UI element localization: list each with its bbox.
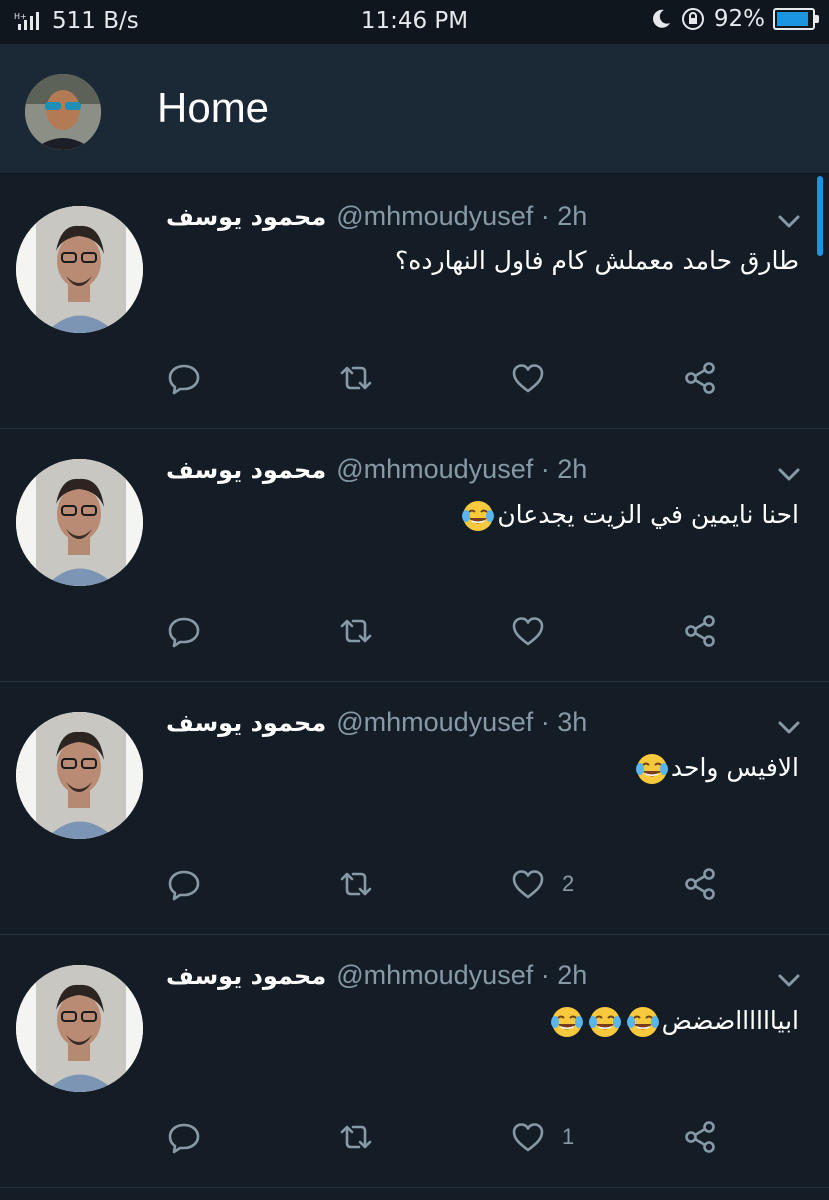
scrollbar[interactable] [817, 176, 823, 256]
like-button[interactable] [510, 358, 562, 398]
avatar-image [25, 74, 101, 150]
moon-icon [652, 9, 670, 28]
reply-button[interactable] [166, 1117, 202, 1157]
tweet-text-content: طارق حامد معملش كام فاول النهارده؟ [395, 246, 799, 275]
like-button[interactable]: 1 [510, 1117, 574, 1157]
reply-button[interactable] [166, 611, 202, 651]
battery-fill [777, 12, 809, 26]
retweet-button[interactable] [338, 864, 374, 904]
tweet-meta: محمود يوسف @mhmoudyusef · 2h [166, 960, 587, 991]
tweet-meta: محمود يوسف @mhmoudyusef · 2h [166, 454, 587, 485]
author-handle-time: @mhmoudyusef · 3h [336, 707, 588, 737]
tweet-text-content: الافيس واحد [670, 753, 799, 782]
share-icon [685, 1121, 715, 1153]
tweet-actions [0, 358, 829, 398]
author-avatar[interactable] [16, 206, 143, 333]
author-name[interactable]: محمود يوسف [166, 203, 326, 231]
page-title: Home [157, 84, 270, 131]
reply-button[interactable] [166, 358, 202, 398]
heart-icon [512, 617, 544, 646]
battery-icon [773, 8, 819, 30]
tweet-text: احنا نايمين في الزيت يجدعان [459, 499, 799, 533]
author-avatar[interactable] [16, 459, 143, 586]
like-count: 1 [562, 1124, 575, 1149]
share-icon [685, 615, 715, 647]
tweet-meta: محمود يوسف @mhmoudyusef · 3h [166, 707, 587, 738]
profile-avatar-button[interactable] [25, 74, 101, 150]
tweet-text: طارق حامد معملش كام فاول النهارده؟ [395, 246, 799, 275]
avatar-image [16, 712, 143, 839]
battery-percent: 92% [713, 6, 765, 32]
author-handle-time: @mhmoudyusef · 2h [336, 960, 588, 990]
retweet-icon [340, 872, 372, 896]
tweet-text: الافيس واحد [633, 752, 799, 786]
share-button[interactable] [682, 611, 718, 651]
like-button[interactable]: 2 [510, 864, 574, 904]
retweet-icon [340, 366, 372, 390]
retweet-icon [340, 619, 372, 643]
tweet-actions: 2 [0, 864, 829, 904]
retweet-button[interactable] [338, 611, 374, 651]
tweet-meta: محمود يوسف @mhmoudyusef · 2h [166, 201, 587, 232]
retweet-button[interactable] [338, 1117, 374, 1157]
retweet-button[interactable] [338, 358, 374, 398]
heart-icon [512, 1123, 544, 1152]
face-with-tears-of-joy-icon [462, 501, 495, 531]
status-right: 92% [650, 6, 819, 32]
author-handle-time: @mhmoudyusef · 2h [336, 454, 588, 484]
emoji-group [633, 753, 671, 784]
tweet[interactable]: محمود يوسف @mhmoudyusef · 2h ابيااااااضض… [0, 935, 829, 1188]
tweet[interactable]: محمود يوسف @mhmoudyusef · 3h الافيس واحد [0, 682, 829, 935]
author-name[interactable]: محمود يوسف [166, 709, 326, 737]
reply-icon [168, 364, 200, 395]
share-button[interactable] [682, 1117, 718, 1157]
like-button[interactable] [510, 611, 562, 651]
avatar-image [16, 965, 143, 1092]
chevron-down-icon[interactable] [777, 467, 801, 483]
reply-icon [168, 1123, 200, 1154]
tweet[interactable]: محمود يوسف @mhmoudyusef · 2h طارق حامد م… [0, 176, 829, 429]
tweet-text-content: ابيااااااضضض [661, 1006, 799, 1035]
share-button[interactable] [682, 358, 718, 398]
face-with-tears-of-joy-icon [635, 754, 668, 784]
tweet-text: ابيااااااضضض [548, 1005, 799, 1039]
reply-icon [168, 617, 200, 648]
chevron-down-icon[interactable] [777, 973, 801, 989]
heart-icon [512, 870, 544, 899]
avatar-image [16, 206, 143, 333]
share-button[interactable] [682, 864, 718, 904]
like-count: 2 [562, 871, 575, 896]
emoji-group [548, 1006, 662, 1037]
share-icon [685, 868, 715, 900]
author-avatar[interactable] [16, 712, 143, 839]
status-bar: H+ 511 B/s 11:46 PM 92% [0, 0, 829, 44]
tweet[interactable]: محمود يوسف @mhmoudyusef · 2h احنا نايمين… [0, 429, 829, 682]
chevron-down-icon[interactable] [777, 214, 801, 230]
author-name[interactable]: محمود يوسف [166, 962, 326, 990]
face-with-tears-of-joy-icon [588, 1007, 621, 1037]
author-handle-time: @mhmoudyusef · 2h [336, 201, 588, 231]
author-name[interactable]: محمود يوسف [166, 456, 326, 484]
tweet-actions: 1 [0, 1117, 829, 1157]
chevron-down-icon[interactable] [777, 720, 801, 736]
top-app-bar: Home [0, 44, 829, 174]
emoji-group [459, 500, 497, 531]
face-with-tears-of-joy-icon [626, 1007, 659, 1037]
avatar-image [16, 459, 143, 586]
face-with-tears-of-joy-icon [550, 1007, 583, 1037]
tweet-actions [0, 611, 829, 651]
reply-icon [168, 870, 200, 901]
reply-button[interactable] [166, 864, 202, 904]
author-avatar[interactable] [16, 965, 143, 1092]
tweet-text-content: احنا نايمين في الزيت يجدعان [497, 500, 799, 529]
retweet-icon [340, 1125, 372, 1149]
heart-icon [512, 364, 544, 393]
rotation-lock-icon [681, 8, 704, 30]
share-icon [685, 362, 715, 394]
